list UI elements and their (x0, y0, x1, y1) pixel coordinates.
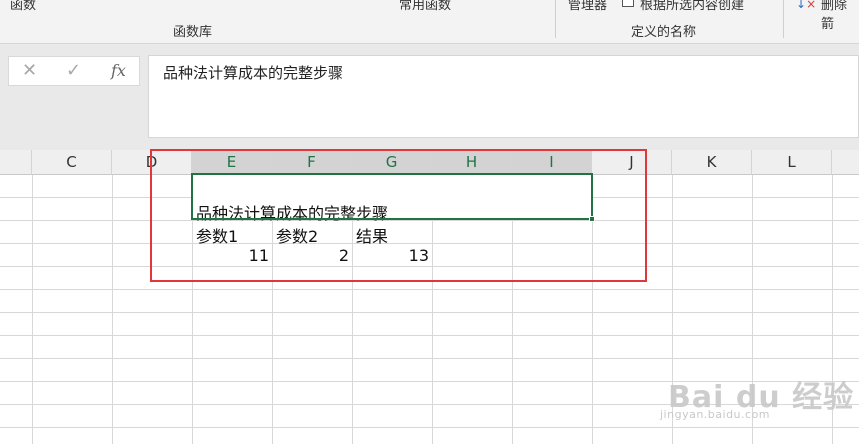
ribbon: 函数 函数库 常用函数 管理器 根据所选内容创建 定义的名称 ↓× 删除箭 (0, 0, 859, 44)
grid-row-line (0, 358, 859, 359)
common-functions-button[interactable]: 常用函数 (399, 0, 451, 13)
column-header-b[interactable] (0, 150, 32, 175)
function-cut-label[interactable]: 函数 (10, 0, 36, 13)
column-header-c[interactable]: C (32, 150, 112, 175)
column-header-l[interactable]: L (752, 150, 832, 175)
defined-names-label: 定义的名称 (631, 25, 697, 40)
watermark-url: jingyan.baidu.com (660, 408, 771, 421)
formula-buttons: ✕ ✓ fx (8, 56, 140, 86)
remove-arrows-button[interactable]: 删除箭 (821, 0, 859, 32)
cancel-icon[interactable]: ✕ (22, 60, 37, 82)
function-library-label: 函数库 (173, 25, 213, 40)
formula-bar-area: ✕ ✓ fx 品种法计算成本的完整步骤 (0, 44, 859, 150)
grid-row-line (0, 335, 859, 336)
column-header-k[interactable]: K (672, 150, 752, 175)
column-header-m[interactable] (832, 150, 859, 175)
create-from-selection-icon (622, 0, 634, 7)
ribbon-separator (783, 0, 784, 38)
grid-col-line (112, 175, 113, 444)
grid-col-line (32, 175, 33, 444)
baidu-watermark: Bai du 经验 jingyan.baidu.com (660, 372, 854, 421)
grid-row-line (0, 427, 859, 428)
highlight-annotation-box (150, 149, 647, 282)
ribbon-separator (555, 0, 556, 38)
create-from-selection-button[interactable]: 根据所选内容创建 (640, 0, 744, 13)
remove-arrows-icon: ↓× (796, 0, 817, 11)
enter-icon[interactable]: ✓ (66, 60, 81, 82)
grid-row-line (0, 289, 859, 290)
name-manager-button[interactable]: 管理器 (568, 0, 607, 13)
formula-input[interactable]: 品种法计算成本的完整步骤 (148, 55, 859, 138)
grid-row-line (0, 312, 859, 313)
insert-function-icon[interactable]: fx (111, 60, 126, 82)
